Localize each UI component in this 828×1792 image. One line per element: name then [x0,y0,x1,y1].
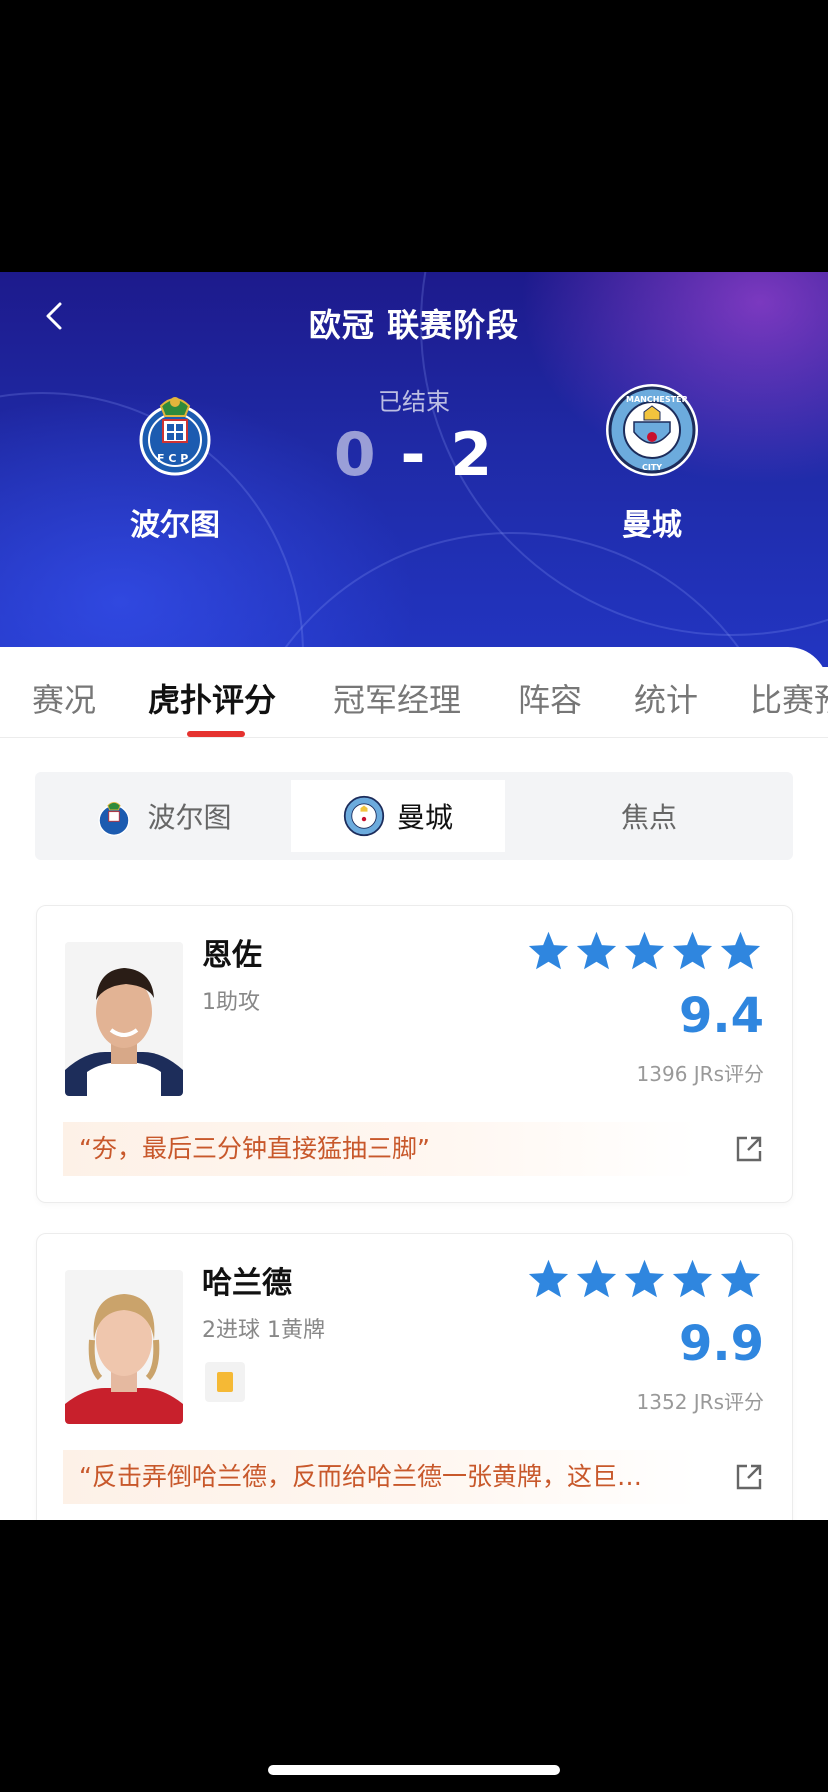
star-rating [527,930,762,971]
star-icon [672,931,713,970]
segment-man-city[interactable]: 曼城 [291,780,505,852]
player-avatar-icon [65,942,183,1096]
share-icon[interactable] [734,1462,764,1492]
share-icon[interactable] [734,1134,764,1164]
man-city-crest-icon: MANCHESTER CITY [606,384,698,476]
player-photo [65,1270,183,1424]
star-icon [720,931,761,970]
tab-champion-manager[interactable]: 冠军经理 [333,675,461,721]
tab-hupu-rating[interactable]: 虎扑评分 [148,675,276,721]
yellow-card-badge [205,1362,245,1402]
player-rating-card[interactable]: 恩佐 1助攻 9.4 1396 JRs评分 “夯，最后三分钟直接猛抽三脚” [36,905,793,1203]
segment-focus-label: 焦点 [620,801,677,834]
player-photo [65,942,183,1096]
star-icon [672,1259,713,1298]
player-name: 哈兰德 [202,1266,292,1301]
page-title: 欧冠 联赛阶段 [308,306,520,344]
home-score: 0 [333,420,378,490]
tab-preview[interactable]: 比赛预 [750,675,828,721]
segment-man-city-label: 曼城 [396,801,453,834]
away-score: 2 [450,420,495,490]
team-segment-control: 波尔图 曼城 焦点 [35,772,793,860]
away-team[interactable]: MANCHESTER CITY 曼城 [552,382,752,544]
star-icon [720,1259,761,1298]
top-comment[interactable]: “夯，最后三分钟直接猛抽三脚” [63,1122,699,1176]
segment-porto-label: 波尔图 [147,801,232,834]
tab-lineup[interactable]: 阵容 [518,675,582,721]
rating-vote-count: 1352 JRs评分 [636,1390,764,1414]
away-team-name: 曼城 [622,508,682,543]
star-icon [576,931,617,970]
star-icon [624,1259,665,1298]
rating-vote-count: 1396 JRs评分 [636,1062,764,1086]
star-icon [528,1259,569,1298]
man-city-crest-icon [343,795,385,837]
segment-focus[interactable]: 焦点 [505,780,793,852]
tab-stats[interactable]: 统计 [634,675,698,721]
home-indicator[interactable] [268,1765,560,1775]
tab-match-status[interactable]: 赛况 [32,675,96,721]
porto-crest-icon [98,802,131,836]
player-rating-card[interactable]: 哈兰德 2进球 1黄牌 9.9 1352 JRs评分 “反击弄倒哈兰德，反而给哈… [36,1233,793,1520]
score-separator: - [400,420,428,490]
match-page: 欧冠 联赛阶段 F C P 波尔图 已结束 0 - 2 MANCHESTER C… [0,272,828,1520]
segment-porto[interactable]: 波尔图 [35,780,290,852]
tab-bar: 赛况 虎扑评分 冠军经理 阵容 统计 比赛预 [0,647,828,738]
player-avatar-icon [65,1270,183,1424]
svg-text:CITY: CITY [642,463,662,472]
active-tab-indicator [187,731,245,737]
player-rating-score: 9.4 [678,988,764,1044]
svg-text:MANCHESTER: MANCHESTER [626,395,688,404]
star-icon [576,1259,617,1298]
player-stats: 2进球 1黄牌 [202,1318,325,1343]
yellow-card-icon [217,1372,233,1392]
match-header: 欧冠 联赛阶段 F C P 波尔图 已结束 0 - 2 MANCHESTER C… [0,272,828,667]
star-icon [528,931,569,970]
player-rating-score: 9.9 [678,1316,764,1372]
star-icon [624,931,665,970]
home-team-name: 波尔图 [130,508,220,543]
player-stats: 1助攻 [202,990,260,1015]
top-comment[interactable]: “反击弄倒哈兰德，反而给哈兰德一张黄牌，这巨… [63,1450,699,1504]
player-name: 恩佐 [202,938,262,973]
star-rating [527,1258,762,1299]
